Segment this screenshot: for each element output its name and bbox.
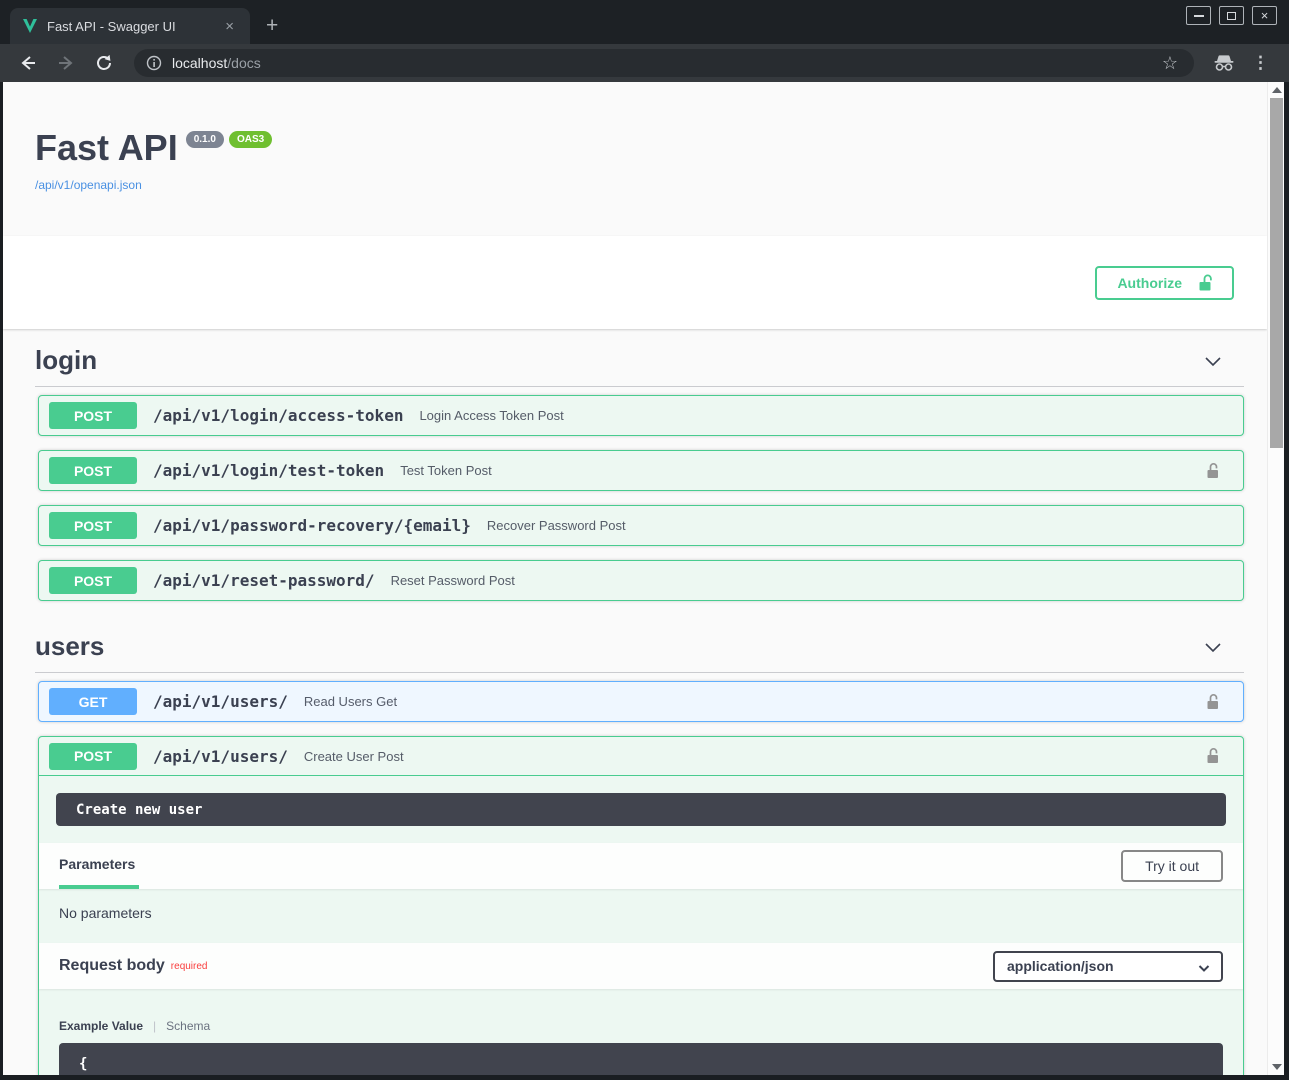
model-example-tabs: Example Value | Schema — [59, 1019, 1223, 1033]
section-login: login POST /api/v1/login/access-token Lo… — [35, 329, 1244, 601]
section-title: login — [35, 345, 97, 376]
op-path: /api/v1/login/access-token — [153, 406, 403, 425]
chevron-down-icon[interactable] — [1202, 636, 1224, 658]
url-text[interactable]: localhost/docs — [172, 55, 261, 71]
section-login-header[interactable]: login — [35, 329, 1244, 387]
auth-lock-icon[interactable] — [1203, 746, 1223, 766]
method-badge: POST — [49, 457, 137, 484]
op-path: /api/v1/reset-password/ — [153, 571, 375, 590]
op-path: /api/v1/users/ — [153, 747, 288, 766]
op-summary-text: Recover Password Post — [487, 518, 626, 533]
op-path: /api/v1/login/test-token — [153, 461, 384, 480]
auth-lock-icon[interactable] — [1203, 692, 1223, 712]
op-description-text: Create new user — [56, 793, 1226, 826]
opblock-create-user[interactable]: POST /api/v1/users/ Create User Post — [38, 736, 1244, 1075]
op-summary-text: Create User Post — [304, 749, 404, 764]
site-info-icon[interactable] — [146, 55, 162, 71]
op-description: Create new user — [39, 776, 1243, 843]
no-parameters-text: No parameters — [39, 889, 1243, 943]
method-badge: POST — [49, 567, 137, 594]
method-badge: POST — [49, 402, 137, 429]
browser-window: Fast API - Swagger UI × + × localhost/do… — [0, 0, 1289, 1080]
openapi-spec-link[interactable]: /api/v1/openapi.json — [35, 178, 142, 192]
method-badge: POST — [49, 512, 137, 539]
method-badge: GET — [49, 688, 137, 715]
opblock-login-test-token[interactable]: POST /api/v1/login/test-token Test Token… — [38, 450, 1244, 491]
scroll-down-arrow-icon[interactable] — [1272, 1064, 1282, 1070]
model-example: Example Value | Schema { — [39, 989, 1243, 1075]
browser-titlebar: Fast API - Swagger UI × + × — [0, 0, 1289, 44]
media-type-select[interactable]: application/json — [993, 951, 1223, 982]
scroll-up-arrow-icon[interactable] — [1272, 87, 1282, 93]
page-scrollbar[interactable] — [1267, 82, 1284, 1075]
page-title: Fast API — [35, 127, 178, 168]
window-bottom-border — [0, 1075, 1289, 1080]
section-users: users GET /api/v1/users/ Read Users Get — [35, 615, 1244, 1075]
opblock-login-access-token[interactable]: POST /api/v1/login/access-token Login Ac… — [38, 395, 1244, 436]
api-info: Fast API 0.1.0 OAS3 /api/v1/openapi.json — [35, 128, 1267, 192]
oas3-badge: OAS3 — [229, 131, 272, 148]
op-summary-text: Login Access Token Post — [419, 408, 563, 423]
authorize-button[interactable]: Authorize — [1095, 266, 1234, 300]
operations-list: GET /api/v1/users/ Read Users Get — [35, 673, 1244, 1075]
swagger-ui: Fast API 0.1.0 OAS3 /api/v1/openapi.json A… — [3, 82, 1267, 1075]
try-it-out-button[interactable]: Try it out — [1121, 850, 1223, 882]
unlock-icon — [1196, 273, 1216, 293]
example-code-block[interactable]: { — [59, 1043, 1223, 1075]
op-summary-text: Test Token Post — [400, 463, 492, 478]
bookmark-star-icon[interactable]: ☆ — [1154, 53, 1186, 74]
browser-toolbar: localhost/docs ☆ ⋮ — [0, 44, 1289, 82]
forward-icon[interactable] — [50, 48, 82, 78]
chevron-down-icon — [1197, 961, 1211, 975]
incognito-icon — [1208, 48, 1240, 78]
parameters-header: Parameters Try it out — [39, 843, 1243, 889]
maximize-button[interactable] — [1219, 6, 1244, 25]
parameters-tab: Parameters — [59, 843, 139, 889]
authorize-label: Authorize — [1117, 275, 1182, 291]
minimize-button[interactable] — [1186, 6, 1211, 25]
new-tab-button[interactable]: + — [266, 15, 278, 36]
request-body-header: Request body required application/json — [39, 943, 1243, 989]
scheme-container: Authorize — [3, 236, 1267, 329]
code-line: { — [79, 1056, 87, 1072]
operations-list: POST /api/v1/login/access-token Login Ac… — [35, 387, 1244, 601]
tab-close-icon[interactable]: × — [221, 17, 238, 36]
op-path: /api/v1/users/ — [153, 692, 288, 711]
back-icon[interactable] — [12, 48, 44, 78]
window-controls: × — [1186, 6, 1277, 25]
scrollbar-thumb[interactable] — [1270, 98, 1283, 448]
section-users-header[interactable]: users — [35, 615, 1244, 673]
opblock-password-recovery[interactable]: POST /api/v1/password-recovery/{email} R… — [38, 505, 1244, 546]
required-badge: required — [171, 961, 208, 972]
opblock-body: Create new user Parameters Try it out No… — [39, 776, 1243, 1075]
version-badge: 0.1.0 — [186, 131, 224, 148]
request-body-label: Request body — [59, 957, 165, 975]
auth-lock-icon[interactable] — [1203, 461, 1223, 481]
toolbar-right: ⋮ — [1208, 48, 1277, 78]
browser-tab[interactable]: Fast API - Swagger UI × — [10, 8, 250, 44]
fastapi-favicon-icon — [22, 18, 38, 34]
method-badge: POST — [49, 743, 137, 770]
page-viewport: Fast API 0.1.0 OAS3 /api/v1/openapi.json A… — [3, 82, 1284, 1075]
op-path: /api/v1/password-recovery/{email} — [153, 516, 471, 535]
tab-divider: | — [153, 1019, 156, 1033]
op-summary-text: Read Users Get — [304, 694, 397, 709]
address-bar[interactable]: localhost/docs ☆ — [134, 49, 1194, 77]
tab-example-value[interactable]: Example Value — [59, 1019, 143, 1033]
tab-schema[interactable]: Schema — [166, 1019, 210, 1033]
close-button[interactable]: × — [1252, 6, 1277, 25]
media-type-value: application/json — [1007, 958, 1114, 974]
tab-title: Fast API - Swagger UI — [47, 19, 212, 34]
reload-icon[interactable] — [88, 48, 120, 78]
browser-menu-icon[interactable]: ⋮ — [1244, 53, 1277, 73]
section-title: users — [35, 631, 104, 662]
op-summary-text: Reset Password Post — [391, 573, 515, 588]
opblock-read-users[interactable]: GET /api/v1/users/ Read Users Get — [38, 681, 1244, 722]
opblock-reset-password[interactable]: POST /api/v1/reset-password/ Reset Passw… — [38, 560, 1244, 601]
chevron-down-icon[interactable] — [1202, 350, 1224, 372]
